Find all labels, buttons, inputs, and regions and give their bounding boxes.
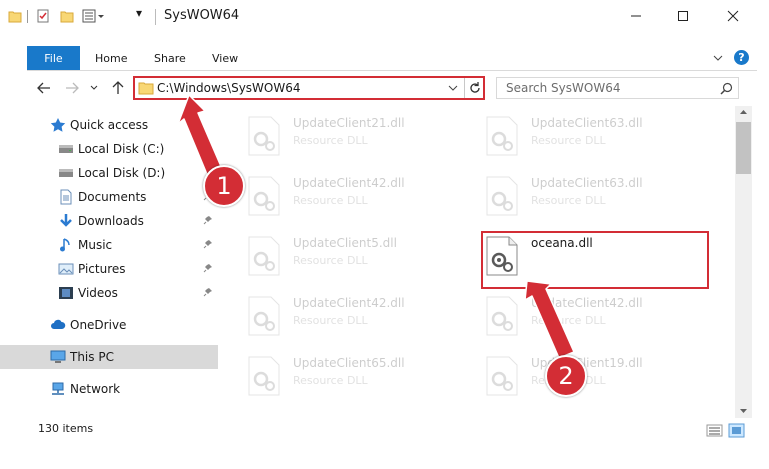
annotation-overlay xyxy=(177,94,575,359)
step-2-badge: 2 xyxy=(545,355,587,397)
step-1-badge: 1 xyxy=(203,165,245,207)
arrow-2 xyxy=(524,280,575,359)
file-explorer-window: ▾ SysWOW64 File Home Share View ? C:\Win… xyxy=(0,0,769,469)
